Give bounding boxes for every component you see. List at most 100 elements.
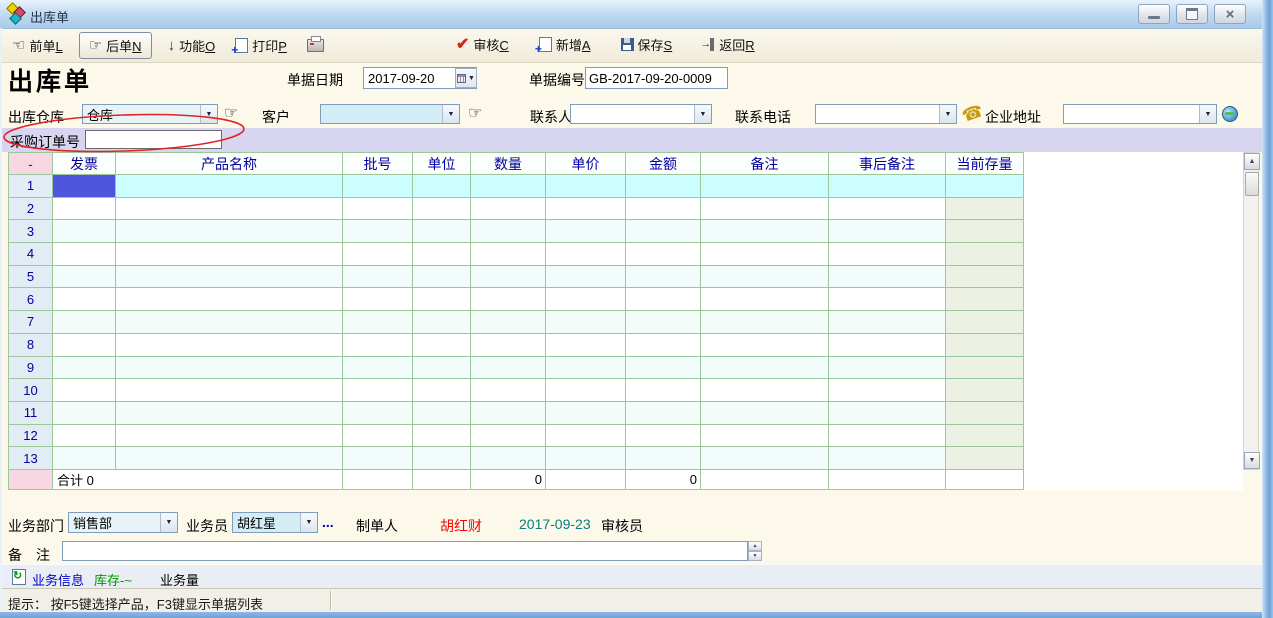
table-cell[interactable] [946,311,1024,334]
table-cell[interactable] [946,447,1024,470]
table-cell[interactable] [116,266,343,289]
warehouse-lookup-hand-icon[interactable]: ☞ [224,106,238,122]
table-cell[interactable] [471,447,546,470]
table-cell[interactable] [829,311,946,334]
table-cell[interactable] [626,402,701,425]
table-cell[interactable] [116,198,343,221]
table-cell[interactable] [413,266,471,289]
table-cell[interactable] [829,425,946,448]
table-cell[interactable] [343,425,413,448]
table-cell[interactable] [626,243,701,266]
address-select[interactable]: ▼ [1063,104,1217,124]
table-cell[interactable] [53,243,116,266]
table-cell[interactable] [343,311,413,334]
add-new-button[interactable]: 新增A [535,32,595,57]
table-cell[interactable] [701,198,829,221]
save-button[interactable]: 保存S [617,32,677,57]
table-cell[interactable] [53,220,116,243]
remark-input[interactable] [62,541,748,561]
table-cell[interactable] [946,288,1024,311]
department-select[interactable]: 销售部 ▼ [68,512,178,533]
table-cell[interactable] [946,243,1024,266]
table-cell[interactable] [53,266,116,289]
table-cell[interactable] [626,198,701,221]
table-cell[interactable] [701,266,829,289]
table-cell[interactable] [116,357,343,380]
table-cell[interactable] [829,379,946,402]
contact-select[interactable]: ▼ [570,104,712,124]
print-button[interactable]: 打印P [231,33,291,58]
table-cell[interactable] [116,447,343,470]
table-cell[interactable] [701,220,829,243]
chevron-down-icon[interactable]: ▼ [442,105,459,123]
chevron-down-icon[interactable]: ▼ [160,513,177,532]
phone-select[interactable]: ▼ [815,104,957,124]
restore-button[interactable] [1176,4,1208,24]
business-volume-link[interactable]: 业务量 [160,570,199,589]
more-button[interactable]: ... [322,514,334,530]
table-cell[interactable] [626,175,701,198]
close-button[interactable]: × [1214,4,1246,24]
row-number[interactable]: 1 [9,175,53,198]
table-cell[interactable] [413,379,471,402]
business-info-icon[interactable] [12,569,26,585]
table-cell[interactable] [701,447,829,470]
table-cell[interactable] [53,311,116,334]
row-number[interactable]: 7 [9,311,53,334]
selected-cell[interactable] [53,175,116,198]
table-cell[interactable] [343,402,413,425]
table-cell[interactable] [343,198,413,221]
table-cell[interactable] [829,402,946,425]
table-cell[interactable] [626,288,701,311]
salesman-select[interactable]: 胡红星 ▼ [232,512,318,533]
table-cell[interactable] [626,447,701,470]
table-cell[interactable] [626,220,701,243]
table-cell[interactable] [413,447,471,470]
table-cell[interactable] [413,243,471,266]
table-cell[interactable] [471,425,546,448]
table-cell[interactable] [701,402,829,425]
table-cell[interactable] [413,175,471,198]
table-cell[interactable] [413,425,471,448]
table-cell[interactable] [701,311,829,334]
table-cell[interactable] [413,288,471,311]
table-cell[interactable] [701,243,829,266]
table-cell[interactable] [471,334,546,357]
row-number[interactable]: 2 [9,198,53,221]
table-cell[interactable] [471,198,546,221]
table-cell[interactable] [546,266,626,289]
chevron-down-icon[interactable]: ▼ [200,105,217,123]
row-number[interactable]: 3 [9,220,53,243]
table-cell[interactable] [626,266,701,289]
table-cell[interactable] [413,198,471,221]
doc-number-input[interactable] [585,67,728,89]
table-cell[interactable] [546,175,626,198]
stock-link[interactable]: 库存-~ [94,570,132,589]
table-cell[interactable] [946,175,1024,198]
table-cell[interactable] [546,379,626,402]
table-cell[interactable] [116,311,343,334]
table-cell[interactable] [829,447,946,470]
audit-button[interactable]: ✔ 审核C [452,32,513,57]
customer-select[interactable]: ▼ [320,104,460,124]
table-cell[interactable] [829,220,946,243]
vertical-scrollbar[interactable]: ▲ ▼ [1243,152,1259,470]
customer-lookup-hand-icon[interactable]: ☞ [468,106,482,122]
table-cell[interactable] [471,243,546,266]
table-cell[interactable] [471,288,546,311]
po-number-input[interactable] [85,130,222,149]
table-cell[interactable] [701,379,829,402]
table-cell[interactable] [53,334,116,357]
chevron-down-icon[interactable]: ▼ [1199,105,1216,123]
table-cell[interactable] [413,402,471,425]
table-cell[interactable] [343,266,413,289]
table-cell[interactable] [829,175,946,198]
table-cell[interactable] [546,357,626,380]
table-cell[interactable] [116,425,343,448]
row-number[interactable]: 5 [9,266,53,289]
table-cell[interactable] [116,175,343,198]
table-cell[interactable] [343,175,413,198]
table-cell[interactable] [343,357,413,380]
table-cell[interactable] [946,379,1024,402]
table-cell[interactable] [343,243,413,266]
